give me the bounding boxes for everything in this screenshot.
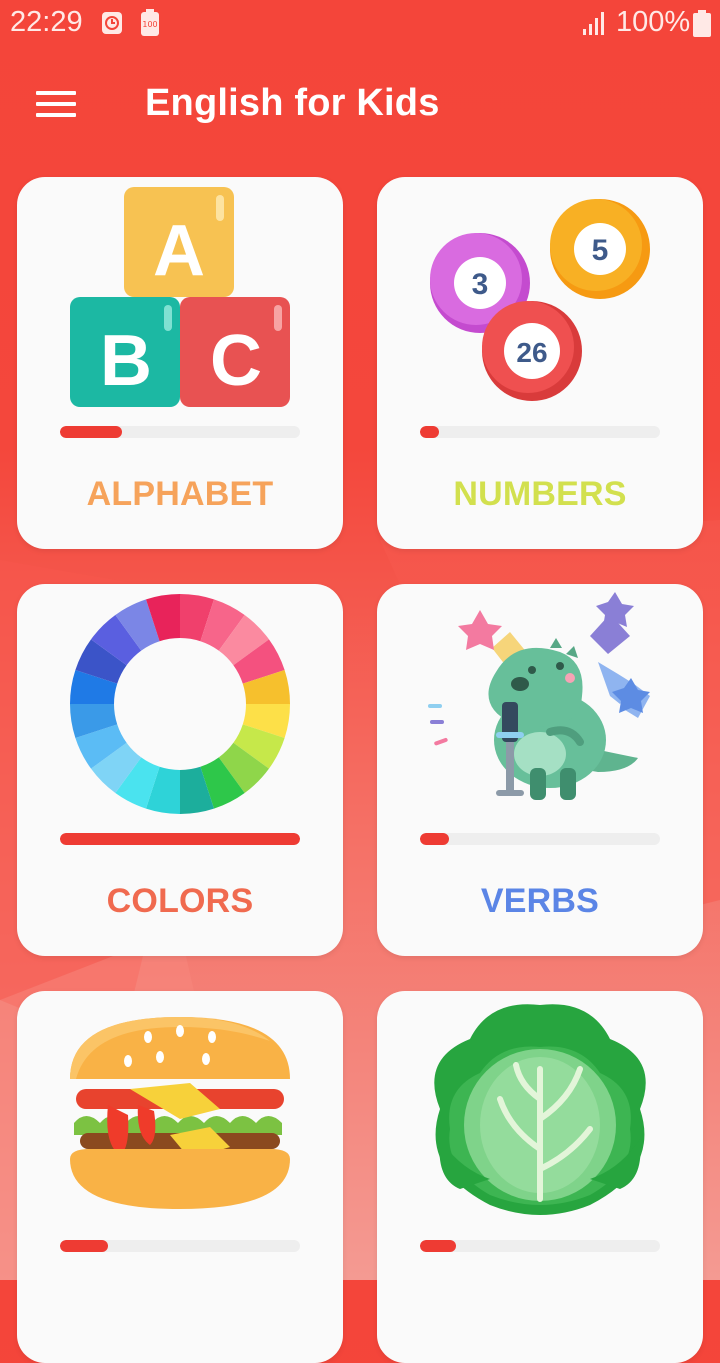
category-card-food[interactable] bbox=[17, 991, 343, 1363]
battery-percent: 100% bbox=[616, 6, 691, 38]
category-card-numbers[interactable]: 5 3 26 NUMBERS bbox=[377, 177, 703, 549]
progress-bar bbox=[60, 833, 300, 845]
page-title: English for Kids bbox=[145, 82, 440, 124]
burger-icon bbox=[70, 1017, 290, 1209]
number-balls-icon: 5 3 26 bbox=[430, 199, 650, 401]
svg-text:100: 100 bbox=[142, 20, 157, 29]
category-card-colors[interactable]: COLORS bbox=[17, 584, 343, 956]
progress-fill bbox=[420, 833, 449, 845]
category-label: VERBS bbox=[480, 882, 600, 920]
app-bar: English for Kids bbox=[0, 48, 720, 160]
progress-fill bbox=[420, 1240, 456, 1252]
category-label: ALPHABET bbox=[86, 475, 274, 513]
progress-bar bbox=[60, 1240, 300, 1252]
block-letter-c: C bbox=[210, 321, 262, 401]
progress-bar bbox=[60, 426, 300, 438]
progress-fill bbox=[60, 1240, 108, 1252]
block-letter-b: B bbox=[100, 321, 152, 401]
progress-bar bbox=[420, 833, 660, 845]
alarm-icon bbox=[102, 12, 122, 34]
category-card-verbs[interactable]: VERBS bbox=[377, 584, 703, 956]
signal-icon bbox=[583, 12, 604, 35]
menu-button[interactable] bbox=[24, 76, 88, 132]
category-card-vegetables[interactable] bbox=[377, 991, 703, 1363]
block-letter-a: A bbox=[153, 211, 205, 291]
progress-bar bbox=[420, 426, 660, 438]
singing-dinosaur-icon bbox=[428, 592, 650, 800]
progress-fill bbox=[420, 426, 440, 438]
category-label: NUMBERS bbox=[453, 475, 627, 513]
category-label: COLORS bbox=[106, 882, 254, 920]
color-wheel-icon bbox=[70, 594, 290, 814]
ball-number-3: 3 bbox=[472, 268, 489, 301]
battery-saver-icon: 100 bbox=[141, 9, 159, 36]
ball-number-26: 26 bbox=[516, 337, 547, 368]
category-card-alphabet[interactable]: A B C ALPHABET bbox=[17, 177, 343, 549]
status-bar: 22:29 100 100% bbox=[0, 0, 720, 48]
progress-fill bbox=[60, 833, 300, 845]
ball-number-5: 5 bbox=[592, 234, 609, 267]
cabbage-icon bbox=[434, 1004, 646, 1215]
progress-bar bbox=[420, 1240, 660, 1252]
progress-fill bbox=[60, 426, 123, 438]
status-time: 22:29 bbox=[10, 6, 83, 38]
abc-blocks-icon: A B C bbox=[70, 187, 290, 407]
battery-icon bbox=[693, 10, 711, 37]
